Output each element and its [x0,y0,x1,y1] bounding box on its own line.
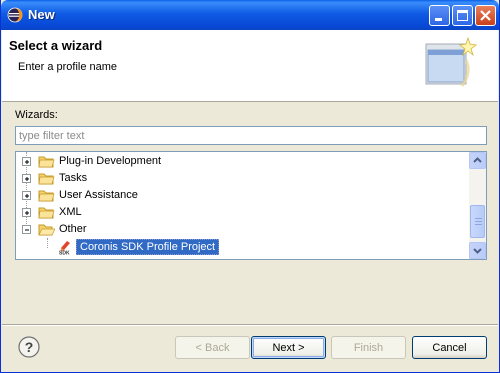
expand-icon[interactable] [22,208,31,217]
scroll-down-button[interactable] [469,242,486,259]
new-wizard-banner-icon [425,36,477,87]
scroll-thumb[interactable] [470,205,485,238]
close-button[interactable] [475,5,496,26]
tree-item-label: Coronis SDK Profile Project [76,239,220,255]
page-subtitle: Enter a profile name [18,61,118,73]
maximize-icon [457,10,468,21]
wizard-tree[interactable]: Plug-in Development Tasks User Assistanc… [15,151,487,260]
filter-input[interactable] [15,126,487,145]
tree-item-tasks[interactable]: Tasks [16,170,471,187]
folder-icon [38,207,55,219]
collapse-icon[interactable] [22,225,31,234]
tree-item-label: Other [59,223,87,235]
wizards-label: Wizards: [15,109,58,121]
cancel-button[interactable]: Cancel [412,336,487,359]
folder-icon [38,156,55,168]
tree-item-label: Plug-in Development [59,155,162,167]
wizard-header: Select a wizard Enter a profile name [2,30,498,102]
new-wizard-dialog: New Select a wizard Enter a profile name… [0,0,500,373]
help-icon[interactable]: ? [18,336,40,358]
back-button[interactable]: < Back [175,336,250,359]
tree-item-label: User Assistance [59,189,138,201]
chevron-up-icon [473,157,482,163]
folder-icon [38,173,55,185]
minimize-button[interactable] [429,5,450,26]
eclipse-icon [7,7,23,23]
tree-item-user-assistance[interactable]: User Assistance [16,187,471,204]
title-bar[interactable]: New [1,0,499,30]
svg-text:SDK: SDK [59,251,70,256]
next-button[interactable]: Next > [251,336,326,359]
tree-scrollbar[interactable] [469,152,486,259]
close-icon [480,10,491,21]
footer-separator [2,324,498,326]
tree-item-plugin-development[interactable]: Plug-in Development [16,153,471,170]
sdk-icon: SDK [59,241,70,256]
page-title: Select a wizard [9,38,103,53]
folder-icon [38,190,55,202]
tree-item-other[interactable]: Other [16,221,471,238]
minimize-icon [435,18,442,21]
window-title: New [28,7,55,22]
expand-icon[interactable] [22,174,31,183]
chevron-down-icon [473,248,482,254]
tree-item-label: Tasks [59,172,88,184]
expand-icon[interactable] [22,191,31,200]
expand-icon[interactable] [22,157,31,166]
tree-item-label: XML [59,206,82,218]
open-folder-icon [38,224,55,236]
maximize-button[interactable] [452,5,473,26]
tree-item-coronis-sdk-profile-project[interactable]: SDK Coronis SDK Profile Project [16,238,471,255]
scroll-up-button[interactable] [469,152,486,169]
finish-button[interactable]: Finish [331,336,406,359]
svg-text:?: ? [25,339,34,355]
tree-item-xml[interactable]: XML [16,204,471,221]
